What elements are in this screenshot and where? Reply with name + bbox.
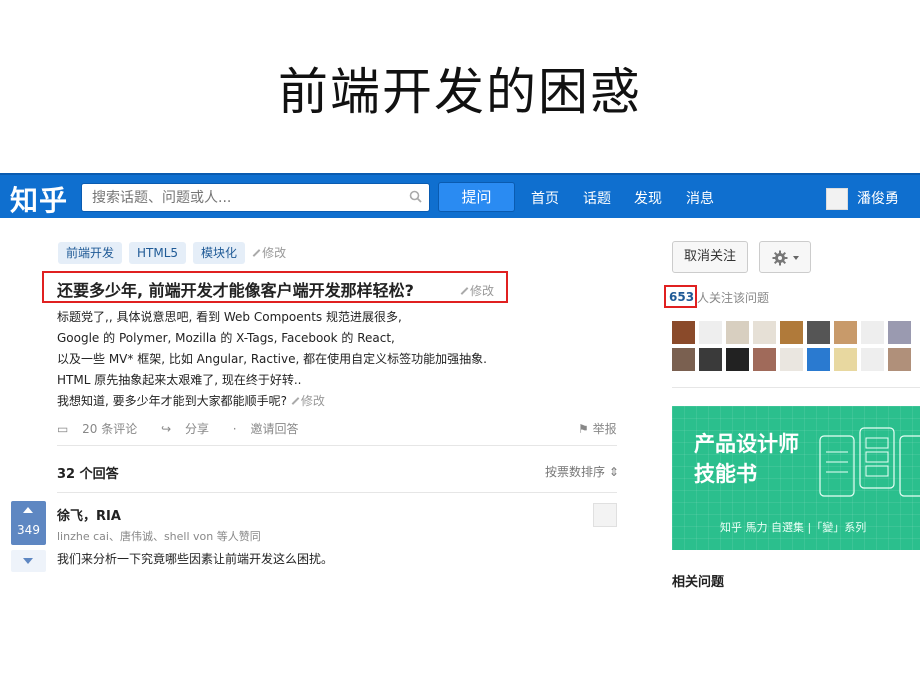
follower-label: 人关注该问题: [697, 291, 770, 305]
follower-avatar[interactable]: [888, 321, 911, 344]
follower-avatar[interactable]: [726, 348, 749, 371]
divider: [57, 445, 617, 446]
flag-icon: ⚑: [578, 422, 593, 436]
zhihu-screenshot: 知乎 提问 首页 话题 发现 消息 潘俊勇 前端开发HTML5模块化修改 还要多…: [0, 170, 920, 590]
follower-avatar[interactable]: [726, 321, 749, 344]
question-actions: ▭ 20 条评论 ↪ 分享 · 邀请回答: [57, 420, 318, 437]
slide-title: 前端开发的困惑: [278, 63, 642, 121]
username[interactable]: 潘俊勇: [857, 188, 899, 208]
author-avatar[interactable]: [593, 503, 617, 527]
follower-avatar[interactable]: [753, 321, 776, 344]
follower-avatar[interactable]: [807, 321, 830, 344]
unfollow-button[interactable]: 取消关注: [672, 241, 748, 273]
tag-frontend[interactable]: 前端开发: [58, 242, 123, 264]
divider: [57, 492, 617, 493]
divider: [672, 387, 920, 388]
answer-text: 我们来分析一下究竟哪些因素让前端开发这么困扰。: [57, 552, 334, 566]
dot-icon: ·: [232, 422, 241, 436]
topic-tags: 前端开发 HTML5 模块化 修改: [58, 242, 286, 264]
gear-icon: [772, 250, 788, 266]
user-avatar[interactable]: [826, 188, 848, 210]
follower-avatar[interactable]: [753, 348, 776, 371]
related-questions-heading: 相关问题: [672, 575, 725, 590]
ask-button[interactable]: 提问: [438, 182, 515, 212]
pencil-icon: [252, 249, 260, 257]
banner-footer: 知乎 馬力 自選集 |「變」系列: [720, 521, 867, 534]
edit-body-link[interactable]: 修改: [291, 394, 325, 408]
question-body: 标题党了,, 具体说意思吧, 看到 Web Compoents 规范进展很多, …: [57, 307, 497, 412]
pencil-icon: [291, 397, 299, 405]
follower-avatar[interactable]: [888, 348, 911, 371]
report-link[interactable]: ⚑ 举报: [578, 420, 617, 437]
follower-avatar[interactable]: [861, 348, 884, 371]
settings-button[interactable]: [759, 241, 811, 273]
banner-title: 产品设计师: [694, 432, 799, 456]
tag-modularization[interactable]: 模块化: [193, 242, 246, 264]
search-input[interactable]: [90, 184, 394, 212]
pencil-icon: [460, 287, 468, 295]
sort-dropdown[interactable]: 按票数排序 ⇕: [545, 463, 619, 480]
nav-explore[interactable]: 发现: [634, 188, 662, 208]
arrow-up-icon: [23, 507, 33, 513]
question-title-highlight: 还要多少年, 前端开发才能像客户端开发那样轻松? 修改: [42, 271, 508, 303]
edit-title-link[interactable]: 修改: [460, 282, 494, 299]
answer-author[interactable]: 徐飞，RIA: [57, 505, 121, 524]
search-box[interactable]: [81, 183, 430, 212]
banner-subtitle: 技能书: [694, 462, 757, 486]
body-line: 以及一些 MV* 框架, 比如 Angular, Ractive, 都在使用自定…: [57, 352, 487, 366]
body-line: Google 的 Polymer, Mozilla 的 X-Tags, Face…: [57, 331, 395, 345]
downvote-button[interactable]: [11, 550, 46, 572]
invite-link[interactable]: · 邀请回答: [233, 422, 309, 436]
ad-banner[interactable]: 产品设计师 技能书 知乎 馬力 自選集 |「變」系列: [672, 406, 920, 550]
question-title: 还要多少年, 前端开发才能像客户端开发那样轻松?: [57, 281, 414, 300]
nav-topics[interactable]: 话题: [583, 188, 611, 208]
follower-avatar[interactable]: [780, 348, 803, 371]
follower-count[interactable]: 653: [669, 290, 694, 304]
top-navbar: 知乎 提问 首页 话题 发现 消息 潘俊勇: [0, 173, 920, 218]
nav-home[interactable]: 首页: [531, 188, 559, 208]
nav-messages[interactable]: 消息: [686, 188, 714, 208]
edit-tags-link[interactable]: 修改: [252, 246, 286, 260]
caret-down-icon: [793, 256, 799, 260]
follower-avatar[interactable]: [672, 348, 695, 371]
share-link[interactable]: ↪ 分享: [161, 422, 219, 436]
wireframe-illustration: [819, 427, 920, 497]
follower-avatar[interactable]: [699, 321, 722, 344]
search-icon[interactable]: [409, 190, 422, 203]
answer-count: 32 个回答: [57, 467, 119, 482]
follower-avatar[interactable]: [861, 321, 884, 344]
follower-count-highlight: 653: [664, 285, 697, 308]
follower-avatar[interactable]: [807, 348, 830, 371]
upvote-button[interactable]: 349: [11, 501, 46, 545]
follower-avatar[interactable]: [834, 321, 857, 344]
follower-avatar[interactable]: [672, 321, 695, 344]
sort-icon: ⇕: [608, 465, 619, 479]
vote-count: 349: [17, 523, 40, 537]
body-line: 标题党了,, 具体说意思吧, 看到 Web Compoents 规范进展很多,: [57, 310, 402, 324]
share-icon: ↪: [161, 422, 175, 436]
tag-html5[interactable]: HTML5: [129, 242, 187, 264]
follower-avatar[interactable]: [834, 348, 857, 371]
comment-icon: ▭: [57, 422, 73, 436]
comments-link[interactable]: ▭ 20 条评论: [57, 422, 147, 436]
follower-avatar[interactable]: [699, 348, 722, 371]
arrow-down-icon: [23, 558, 33, 564]
answer-voters[interactable]: linzhe cai、唐伟诚、shell von 等人赞同: [57, 528, 261, 544]
body-line: 我想知道, 要多少年才能到大家都能顺手呢? 修改: [57, 394, 325, 408]
follower-avatar[interactable]: [780, 321, 803, 344]
zhihu-logo[interactable]: 知乎: [10, 179, 68, 219]
body-line: HTML 原先抽象起来太艰难了, 现在终于好转..: [57, 373, 302, 387]
